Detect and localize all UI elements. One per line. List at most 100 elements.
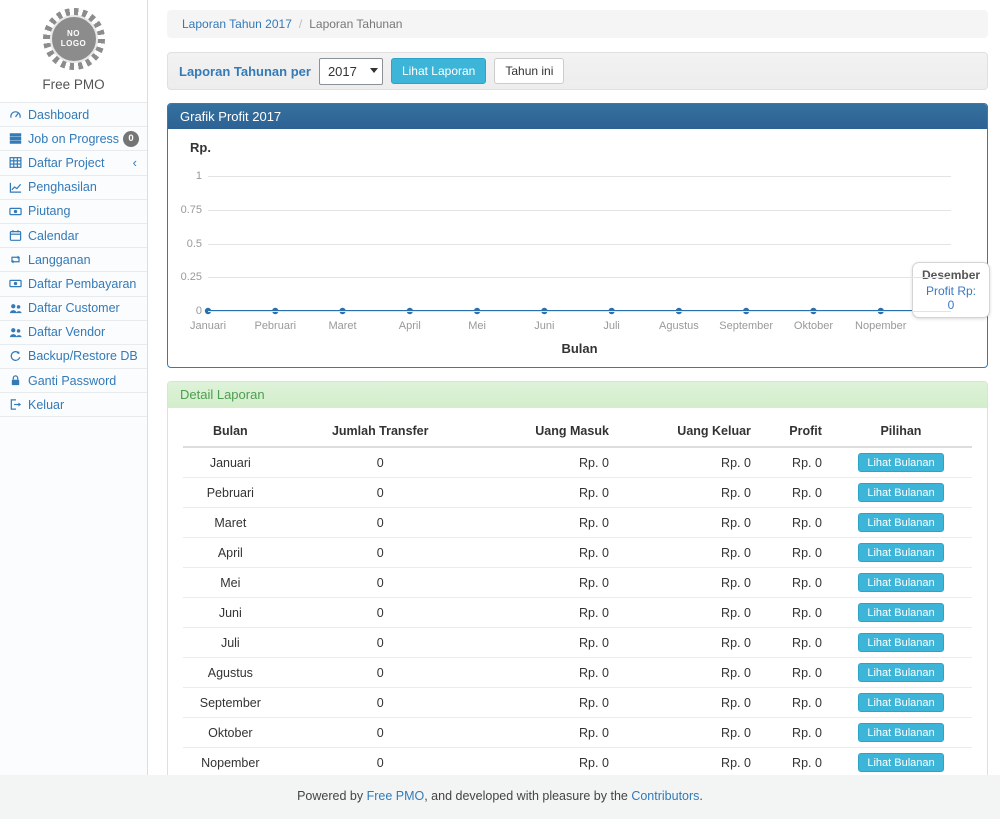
report-cell-uang_masuk: Rp. 0 [483,508,617,538]
report-cell-uang_masuk: Rp. 0 [483,628,617,658]
report-cell-profit: Rp. 0 [759,748,830,778]
lock-icon [8,374,23,387]
chart-tooltip: Desember Profit Rp: 0 [912,262,990,318]
logo-text-line1: NO [67,29,80,39]
report-column-header: Profit [759,416,830,447]
sidebar-item-daftar-customer[interactable]: Daftar Customer [0,297,147,321]
report-row-oktober: Oktober0Rp. 0Rp. 0Rp. 0Lihat Bulanan [183,718,972,748]
chart-x-tick-label: Mei [468,320,486,332]
chart-x-tick-label: Maret [328,320,356,332]
report-cell-uang_keluar: Rp. 0 [617,508,759,538]
breadcrumb-link-laporan-tahun[interactable]: Laporan Tahun 2017 [182,17,292,31]
sidebar-item-label: Calendar [28,229,139,243]
report-table: BulanJumlah TransferUang MasukUang Kelua… [183,416,972,819]
report-cell-jumlah_transfer: 0 [278,478,483,508]
sidebar-item-dashboard[interactable]: Dashboard [0,103,147,127]
sidebar-item-label: Daftar Project [28,156,133,170]
lihat-bulanan-button[interactable]: Lihat Bulanan [858,633,943,652]
report-cell-profit: Rp. 0 [759,628,830,658]
sidebar-item-job-on-progress[interactable]: Job on Progress0 [0,127,147,151]
report-cell-uang_masuk: Rp. 0 [483,598,617,628]
sidebar-item-penghasilan[interactable]: Penghasilan [0,176,147,200]
report-column-header: Uang Masuk [483,416,617,447]
report-cell-profit: Rp. 0 [759,598,830,628]
sidebar-item-ganti-password[interactable]: Ganti Password [0,369,147,393]
chart-gridline [208,311,951,312]
sidebar-item-calendar[interactable]: Calendar [0,224,147,248]
sidebar-item-label: Backup/Restore DB [28,349,139,363]
report-cell-jumlah_transfer: 0 [278,447,483,478]
report-cell-uang_masuk: Rp. 0 [483,568,617,598]
report-cell-uang_masuk: Rp. 0 [483,718,617,748]
chart-y-tick-label: 0.25 [174,271,202,283]
lihat-bulanan-button[interactable]: Lihat Bulanan [858,663,943,682]
report-cell-bulan: Nopember [183,748,278,778]
report-cell-uang_masuk: Rp. 0 [483,688,617,718]
year-filter-label: Laporan Tahunan per [179,64,311,79]
chart-x-axis-label: Bulan [561,341,597,356]
report-row-maret: Maret0Rp. 0Rp. 0Rp. 0Lihat Bulanan [183,508,972,538]
report-cell-uang_masuk: Rp. 0 [483,538,617,568]
line-chart-icon [8,181,23,194]
report-cell-profit: Rp. 0 [759,718,830,748]
report-cell-uang_keluar: Rp. 0 [617,718,759,748]
lihat-bulanan-button[interactable]: Lihat Bulanan [858,543,943,562]
report-cell-uang_keluar: Rp. 0 [617,447,759,478]
main-content: Laporan Tahun 2017 / Laporan Tahunan Lap… [167,0,988,819]
chart-y-tick-label: 0.5 [174,238,202,250]
lihat-bulanan-button[interactable]: Lihat Bulanan [858,513,943,532]
table-icon [8,156,23,169]
year-select[interactable]: 2017 [319,58,383,85]
report-cell-bulan: Juni [183,598,278,628]
report-cell-bulan: Maret [183,508,278,538]
logo-text-line2: LOGO [61,39,87,49]
sidebar-item-piutang[interactable]: Piutang [0,200,147,224]
sidebar-item-daftar-vendor[interactable]: Daftar Vendor [0,321,147,345]
lihat-bulanan-button[interactable]: Lihat Bulanan [858,693,943,712]
sidebar-item-daftar-pembayaran[interactable]: Daftar Pembayaran [0,272,147,296]
chevron-left-icon: ‹ [133,155,139,170]
report-cell-bulan: Pebruari [183,478,278,508]
money-icon [8,277,23,290]
free-pmo-link[interactable]: Free PMO [367,789,425,803]
contributors-link[interactable]: Contributors [631,789,699,803]
report-cell-profit: Rp. 0 [759,538,830,568]
report-column-header: Uang Keluar [617,416,759,447]
refresh-icon [8,350,23,363]
tasks-icon [8,132,23,145]
lihat-bulanan-button[interactable]: Lihat Bulanan [858,453,943,472]
report-cell-jumlah_transfer: 0 [278,538,483,568]
tahun-ini-button[interactable]: Tahun ini [494,58,564,84]
chart-x-tick-label: April [399,320,421,332]
sidebar-item-backup-restore-db[interactable]: Backup/Restore DB [0,345,147,369]
chart-gridline [208,210,951,211]
chart-x-tick-label: Juli [603,320,620,332]
report-cell-profit: Rp. 0 [759,508,830,538]
lihat-bulanan-button[interactable]: Lihat Bulanan [858,573,943,592]
report-cell-uang_keluar: Rp. 0 [617,538,759,568]
report-cell-jumlah_transfer: 0 [278,748,483,778]
footer-text-suffix: . [699,789,702,803]
profit-chart-canvas[interactable]: Rp. Desember Profit Rp: 0 00.250.50.751J… [168,129,987,367]
lihat-bulanan-button[interactable]: Lihat Bulanan [858,723,943,742]
lihat-bulanan-button[interactable]: Lihat Bulanan [858,483,943,502]
dashboard-icon [8,108,23,121]
report-column-header: Bulan [183,416,278,447]
report-cell-uang_masuk: Rp. 0 [483,748,617,778]
sidebar-item-daftar-project[interactable]: Daftar Project‹ [0,151,147,175]
lihat-bulanan-button[interactable]: Lihat Bulanan [858,753,943,772]
report-row-september: September0Rp. 0Rp. 0Rp. 0Lihat Bulanan [183,688,972,718]
lihat-bulanan-button[interactable]: Lihat Bulanan [858,603,943,622]
users-icon [8,326,23,339]
chart-gridline [208,277,951,278]
report-cell-uang_keluar: Rp. 0 [617,628,759,658]
report-cell-uang_keluar: Rp. 0 [617,748,759,778]
users-icon [8,302,23,315]
report-cell-uang_masuk: Rp. 0 [483,478,617,508]
report-cell-jumlah_transfer: 0 [278,508,483,538]
breadcrumb-separator: / [299,17,302,31]
lihat-laporan-button[interactable]: Lihat Laporan [391,58,486,84]
sidebar-item-langganan[interactable]: Langganan [0,248,147,272]
report-row-juli: Juli0Rp. 0Rp. 0Rp. 0Lihat Bulanan [183,628,972,658]
sidebar-item-keluar[interactable]: Keluar [0,393,147,417]
